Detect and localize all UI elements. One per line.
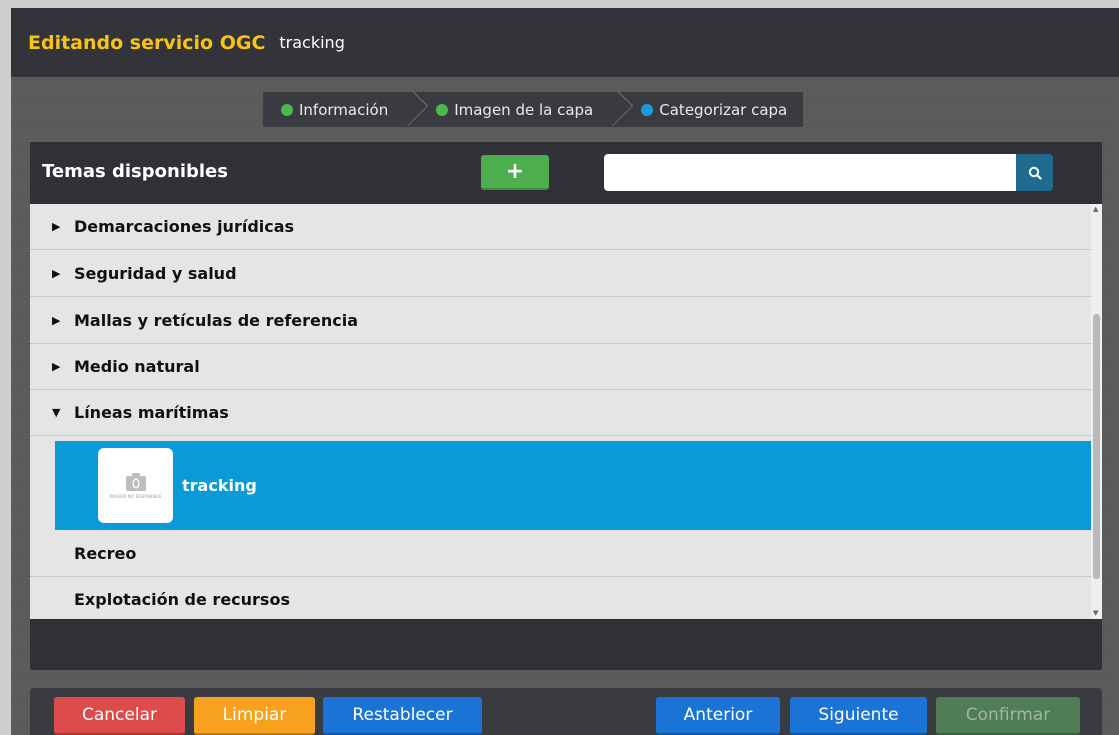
step-information[interactable]: Información: [263, 92, 404, 127]
topic-row[interactable]: ▶ Mallas y retículas de referencia: [30, 298, 1091, 344]
caret-right-icon[interactable]: ▶: [52, 220, 62, 233]
reset-button[interactable]: Restablecer: [323, 697, 482, 735]
topic-row[interactable]: ▼ Líneas marítimas: [30, 390, 1091, 436]
dialog-subtitle: tracking: [279, 33, 345, 52]
list-scrollbar[interactable]: ▲ ▼: [1091, 204, 1102, 619]
step-layer-image[interactable]: Imagen de la capa: [418, 92, 609, 127]
topic-label: Seguridad y salud: [74, 264, 237, 283]
selected-layer-item[interactable]: IMAGEN NO DISPONIBLE tracking: [55, 441, 1091, 530]
topic-label: Explotación de recursos: [74, 590, 290, 609]
clear-button[interactable]: Limpiar: [194, 697, 315, 735]
step-status-dot: [641, 103, 654, 116]
camera-icon: [125, 473, 146, 491]
scrollbar-thumb[interactable]: [1093, 314, 1100, 579]
scroll-up-icon[interactable]: ▲: [1093, 205, 1098, 213]
topic-label: Medio natural: [74, 357, 200, 376]
edit-service-dialog: Editando servicio OGC tracking Informaci…: [11, 8, 1119, 735]
topic-label: Líneas marítimas: [74, 403, 229, 422]
layer-thumbnail: IMAGEN NO DISPONIBLE: [98, 448, 173, 523]
topic-row[interactable]: ▶ Demarcaciones jurídicas: [30, 204, 1091, 250]
step-label: Imagen de la capa: [454, 100, 594, 119]
topic-label: Mallas y retículas de referencia: [74, 311, 359, 330]
step-status-dot: [281, 103, 293, 116]
dialog-title: Editando servicio OGC: [28, 31, 266, 54]
topics-panel: Temas disponibles + ▶ Demarcaciones jurí…: [30, 142, 1102, 670]
plus-icon: +: [505, 159, 525, 184]
add-topic-button[interactable]: +: [481, 155, 549, 190]
wizard-steps: Información Imagen de la capa Categoriza…: [263, 92, 804, 127]
search-button[interactable]: [1016, 154, 1053, 191]
caret-right-icon[interactable]: ▶: [52, 267, 62, 280]
topic-row[interactable]: Explotación de recursos: [30, 577, 1091, 619]
search-input[interactable]: [604, 154, 1016, 191]
step-label: Información: [299, 100, 389, 119]
topic-row[interactable]: ▶ Seguridad y salud: [30, 251, 1091, 297]
previous-button[interactable]: Anterior: [656, 697, 780, 735]
dialog-footer: Cancelar Limpiar Restablecer Anterior Si…: [30, 688, 1102, 735]
step-label: Categorizar capa: [659, 100, 788, 119]
panel-title: Temas disponibles: [42, 161, 228, 182]
topic-label: Recreo: [74, 544, 137, 563]
next-button[interactable]: Siguiente: [790, 697, 927, 735]
thumbnail-caption: IMAGEN NO DISPONIBLE: [109, 494, 162, 499]
caret-right-icon[interactable]: ▶: [52, 360, 62, 373]
topics-panel-header: Temas disponibles +: [30, 142, 1102, 204]
selected-layer-label: tracking: [182, 476, 257, 495]
caret-right-icon[interactable]: ▶: [52, 314, 62, 327]
topic-label: Demarcaciones jurídicas: [74, 217, 295, 236]
scroll-down-icon[interactable]: ▼: [1093, 609, 1098, 617]
topics-list: ▶ Demarcaciones jurídicas ▶ Seguridad y …: [30, 204, 1102, 619]
cancel-button[interactable]: Cancelar: [54, 697, 185, 735]
topic-row[interactable]: ▶ Medio natural: [30, 344, 1091, 390]
dialog-header: Editando servicio OGC tracking: [11, 8, 1119, 77]
step-separator: [404, 92, 418, 127]
topic-row[interactable]: Recreo: [30, 531, 1091, 577]
step-categorize-layer[interactable]: Categorizar capa: [623, 92, 803, 127]
caret-down-icon[interactable]: ▼: [52, 406, 62, 419]
step-separator: [609, 92, 623, 127]
step-status-dot: [436, 103, 449, 116]
search-icon: [1028, 166, 1042, 180]
confirm-button[interactable]: Confirmar: [936, 697, 1080, 735]
